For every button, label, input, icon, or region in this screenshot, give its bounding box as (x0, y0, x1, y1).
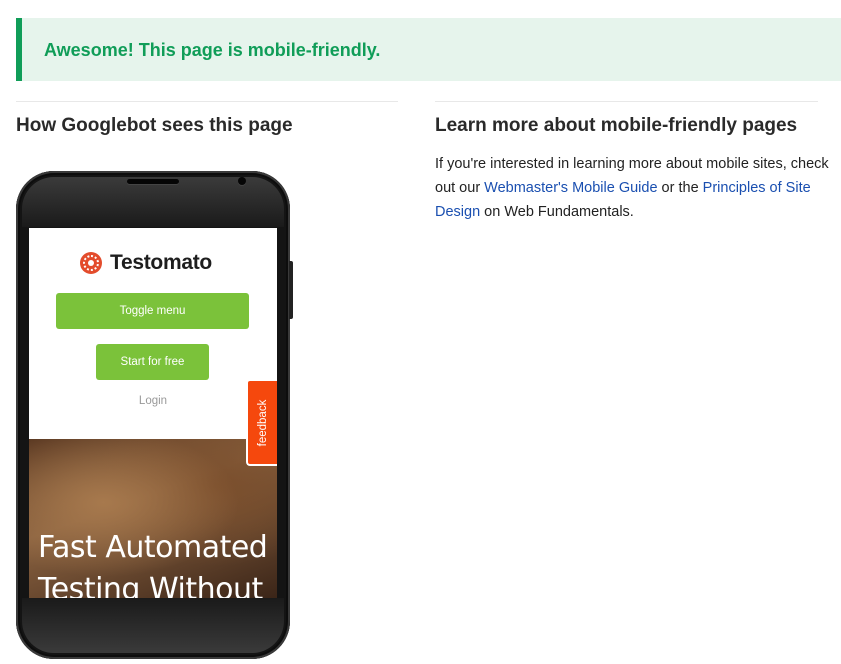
login-link[interactable]: Login (29, 395, 277, 407)
phone-top-bezel (22, 177, 284, 227)
tomato-icon (80, 252, 102, 274)
testomato-logo[interactable]: Testomato (80, 250, 212, 276)
left-divider (16, 101, 398, 102)
para-text-after: on Web Fundamentals. (480, 204, 634, 220)
feedback-label: feedback (256, 399, 269, 446)
phone-screen: Testomato Toggle menu Start for free Log… (29, 228, 277, 598)
toggle-menu-button[interactable]: Toggle menu (56, 293, 249, 329)
phone-bottom-bezel (22, 598, 284, 653)
feedback-tab[interactable]: feedback (246, 379, 277, 466)
camera-icon (238, 177, 246, 185)
right-divider (435, 101, 818, 102)
mobile-guide-link[interactable]: Webmaster's Mobile Guide (484, 180, 657, 196)
start-for-free-button[interactable]: Start for free (96, 344, 209, 380)
phone-preview: Testomato Toggle menu Start for free Log… (16, 171, 293, 659)
learn-more-paragraph: If you're interested in learning more ab… (435, 152, 835, 224)
para-text-middle: or the (657, 180, 703, 196)
banner-message: Awesome! This page is mobile-friendly. (44, 40, 381, 60)
speaker-icon (127, 179, 179, 184)
hero-image: Fast Automated Testing Without (29, 439, 277, 598)
hero-headline: Fast Automated Testing Without (38, 530, 268, 598)
googlebot-heading: How Googlebot sees this page (16, 115, 293, 136)
phone-side-button (289, 261, 293, 319)
learn-more-heading: Learn more about mobile-friendly pages (435, 115, 798, 136)
logo-text: Testomato (110, 251, 212, 274)
success-banner: Awesome! This page is mobile-friendly. (16, 18, 841, 81)
